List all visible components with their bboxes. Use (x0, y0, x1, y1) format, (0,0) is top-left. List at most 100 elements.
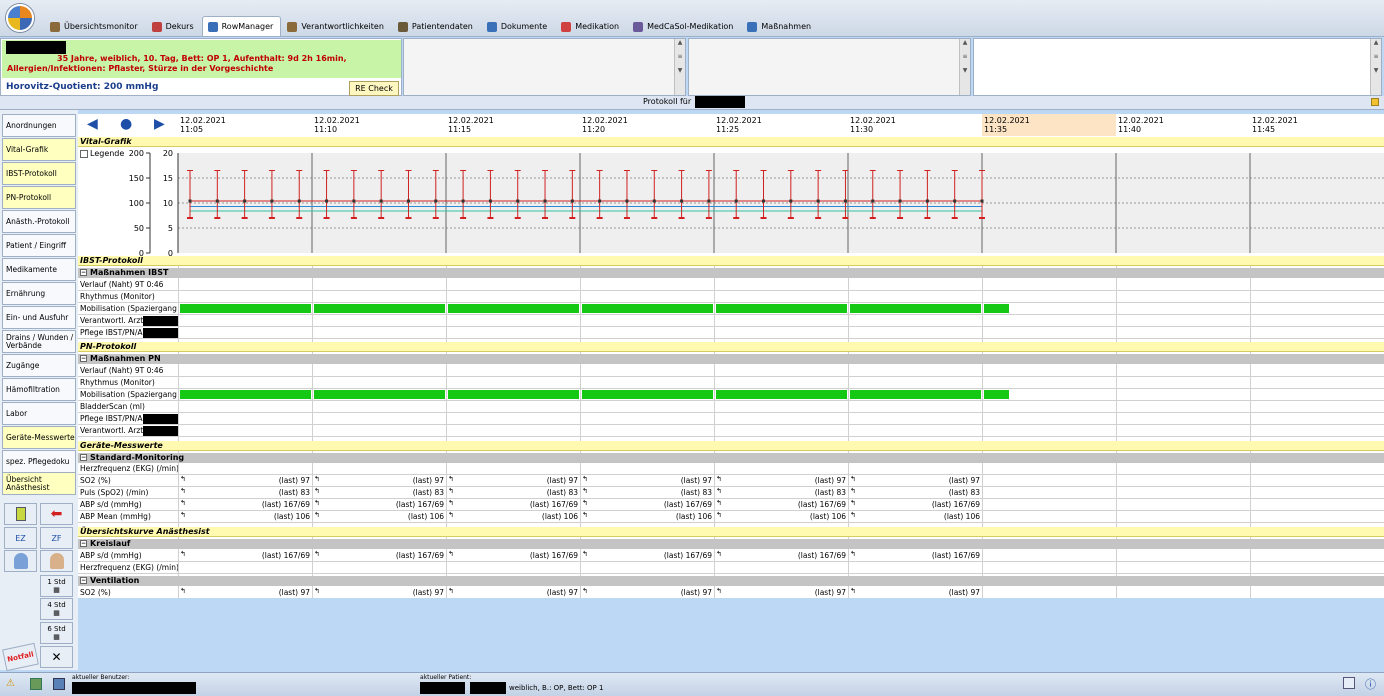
sidebar-item[interactable]: Hämofiltration (2, 378, 76, 401)
value-cell[interactable]: ↰ (last) 167/69 (312, 550, 446, 561)
patient-status: weiblich, B.: OP, Bett: OP 1 (509, 684, 604, 692)
sidebar-item[interactable]: Geräte-Messwerte (2, 426, 76, 449)
table-row[interactable]: Verlauf (Naht) 9T 0:46 (78, 279, 1384, 291)
sidebar-item[interactable]: Übersicht Anästhesist (2, 472, 76, 495)
lock-icon[interactable]: ⚠ (6, 678, 15, 689)
table-row[interactable]: ABP s/d (mmHg) ↰ (last) 167/69 ↰ (last) 167/… (78, 550, 1384, 562)
row-label: Mobilisation (Spaziergang üb (80, 304, 178, 313)
table-row[interactable]: Verlauf (Naht) 9T 0:46 (78, 365, 1384, 377)
value-cell[interactable]: ↰ (last) 167/69 (178, 550, 312, 561)
sidebar-item[interactable]: Ein- und Ausfuhr (2, 306, 76, 329)
value-cell[interactable]: ↰ (last) 167/69 (446, 550, 580, 561)
value-cell[interactable]: ↰ (last) 97 (312, 475, 446, 486)
nurse-button[interactable] (40, 550, 73, 572)
table-row[interactable]: Herzfrequenz (EKG) (/min) (78, 463, 1384, 475)
value-cell[interactable]: ↰ (last) 83 (446, 487, 580, 498)
mobilisation-bar[interactable] (716, 304, 847, 313)
mobilisation-bar[interactable] (850, 304, 981, 313)
value-cell[interactable]: ↰ (last) 106 (580, 511, 714, 522)
value-cell[interactable]: ↰ (last) 83 (580, 487, 714, 498)
4-std-button[interactable]: 4 Std ▦ (40, 598, 73, 620)
value-cell[interactable]: ↰ (last) 167/69 (580, 499, 714, 510)
back-button[interactable]: ⬅ (40, 503, 73, 525)
value-cell[interactable]: ↰ (last) 106 (848, 511, 982, 522)
value-cell[interactable]: ↰ (last) 106 (178, 511, 312, 522)
value-cell[interactable]: ↰ (last) 83 (178, 487, 312, 498)
screen-icon[interactable] (53, 678, 65, 690)
table-row[interactable]: ABP Mean (mmHg) ↰ (last) 106 ↰ (last) 106 ↰ (l… (78, 511, 1384, 523)
table-row[interactable]: ABP s/d (mmHg) ↰ (last) 167/69 ↰ (last) 167/… (78, 499, 1384, 511)
value-cell[interactable]: ↰ (last) 97 (848, 475, 982, 486)
settings-icon[interactable] (1343, 677, 1355, 689)
table-row[interactable]: BladderScan (ml) (78, 401, 1384, 413)
notfall-button[interactable]: Notfall (2, 642, 39, 672)
value-cell[interactable]: ↰ (last) 167/69 (848, 550, 982, 561)
table-row[interactable]: Mobilisation (Spaziergang üb (78, 303, 1384, 315)
subsection-massnahmen-ibst: − Maßnahmen IBST (78, 268, 1384, 278)
redacted-name (143, 426, 178, 436)
table-row[interactable]: Pflege IBST/PN/ANA (78, 327, 1384, 339)
sidebar-item[interactable]: Zugänge (2, 354, 76, 377)
table-row[interactable]: Pflege IBST/PN/ANA ( (78, 413, 1384, 425)
doctor-button[interactable] (4, 550, 37, 572)
value-cell[interactable]: ↰ (last) 167/69 (178, 499, 312, 510)
row-label: Rhythmus (Monitor) (80, 292, 155, 301)
zf-button[interactable]: ZF (40, 527, 73, 549)
sidebar-item[interactable]: Medikamente (2, 258, 76, 281)
value-cell[interactable]: ↰ (last) 106 (312, 511, 446, 522)
value-cell[interactable]: ↰ (last) 97 (714, 475, 848, 486)
sidebar-item[interactable]: Ernährung (2, 282, 76, 305)
mobilisation-bar[interactable] (314, 304, 445, 313)
mobilisation-bar[interactable] (716, 390, 847, 399)
list-button[interactable] (4, 503, 37, 525)
value-cell[interactable]: ↰ (last) 106 (446, 511, 580, 522)
info-icon[interactable]: ⓘ (1365, 676, 1376, 692)
mobilisation-bar[interactable] (850, 390, 981, 399)
value-cell[interactable]: ↰ (last) 97 (580, 475, 714, 486)
1-std-button[interactable]: 1 Std ▦ (40, 575, 73, 597)
mobilisation-bar[interactable] (180, 390, 311, 399)
mobilisation-bar[interactable] (448, 390, 579, 399)
table-row[interactable]: Puls (SpO2) (/min) ↰ (last) 83 ↰ (last) 83 ↰ (… (78, 487, 1384, 499)
mobilisation-bar[interactable] (180, 304, 311, 313)
table-row[interactable]: Rhythmus (Monitor) (78, 291, 1384, 303)
mobilisation-bar[interactable] (582, 390, 713, 399)
value-cell[interactable]: ↰ (last) 97 (178, 475, 312, 486)
mobilisation-bar[interactable] (448, 304, 579, 313)
value-cell[interactable]: ↰ (last) 167/69 (848, 499, 982, 510)
ez-button[interactable]: EZ (4, 527, 37, 549)
mobilisation-bar[interactable] (314, 390, 445, 399)
value-cell[interactable]: ↰ (last) 83 (848, 487, 982, 498)
tree-icon[interactable] (30, 678, 42, 690)
close-button[interactable]: ✕ (40, 646, 73, 668)
mobilisation-bar[interactable] (582, 304, 713, 313)
value-cell[interactable]: ↰ (last) 167/69 (580, 550, 714, 561)
table-row[interactable]: Herzfrequenz (EKG) (/min) (78, 562, 1384, 574)
value-cell[interactable]: ↰ (last) 83 (312, 487, 446, 498)
value-cell[interactable]: ↰ (last) 167/69 (714, 550, 848, 561)
value-cell[interactable]: ↰ (last) 167/69 (446, 499, 580, 510)
sidebar-item[interactable]: Drains / Wunden / Verbände (2, 330, 76, 353)
trend-arrow-icon: ↰ (448, 499, 454, 507)
value-cell[interactable]: ↰ (last) 167/69 (714, 499, 848, 510)
table-row[interactable]: Verantwortl. Arzt ( (78, 315, 1384, 327)
sidebar-item[interactable]: Labor (2, 402, 76, 425)
table-row[interactable]: Verantwortl. Arzt (78, 425, 1384, 437)
value-cell[interactable]: ↰ (last) 106 (714, 511, 848, 522)
subsection-label: Standard-Monitoring (90, 453, 185, 462)
6-std-button[interactable]: 6 Std ▦ (40, 622, 73, 644)
value-cell[interactable]: ↰ (last) 167/69 (312, 499, 446, 510)
value-cell[interactable]: ↰ (last) 83 (714, 487, 848, 498)
mobilisation-bar[interactable] (984, 390, 1009, 399)
sidebar-item[interactable]: spez. Pflegedoku (2, 450, 76, 473)
y-right-tick: 15 (163, 174, 173, 183)
table-row[interactable]: Mobilisation (Spaziergang üb (78, 389, 1384, 401)
value-cell[interactable]: ↰ (last) 97 (446, 475, 580, 486)
table-row[interactable]: Rhythmus (Monitor) (78, 377, 1384, 389)
calendar-icon: ▦ (53, 609, 60, 617)
value-text: (last) 167/69 (395, 500, 444, 509)
mobilisation-bar[interactable] (984, 304, 1009, 313)
table-row[interactable]: SO2 (%) ↰ (last) 97 ↰ (last) 97 ↰ (last) 97 ↰ (l… (78, 475, 1384, 487)
redacted-name (143, 316, 178, 326)
redacted-user (72, 682, 196, 694)
